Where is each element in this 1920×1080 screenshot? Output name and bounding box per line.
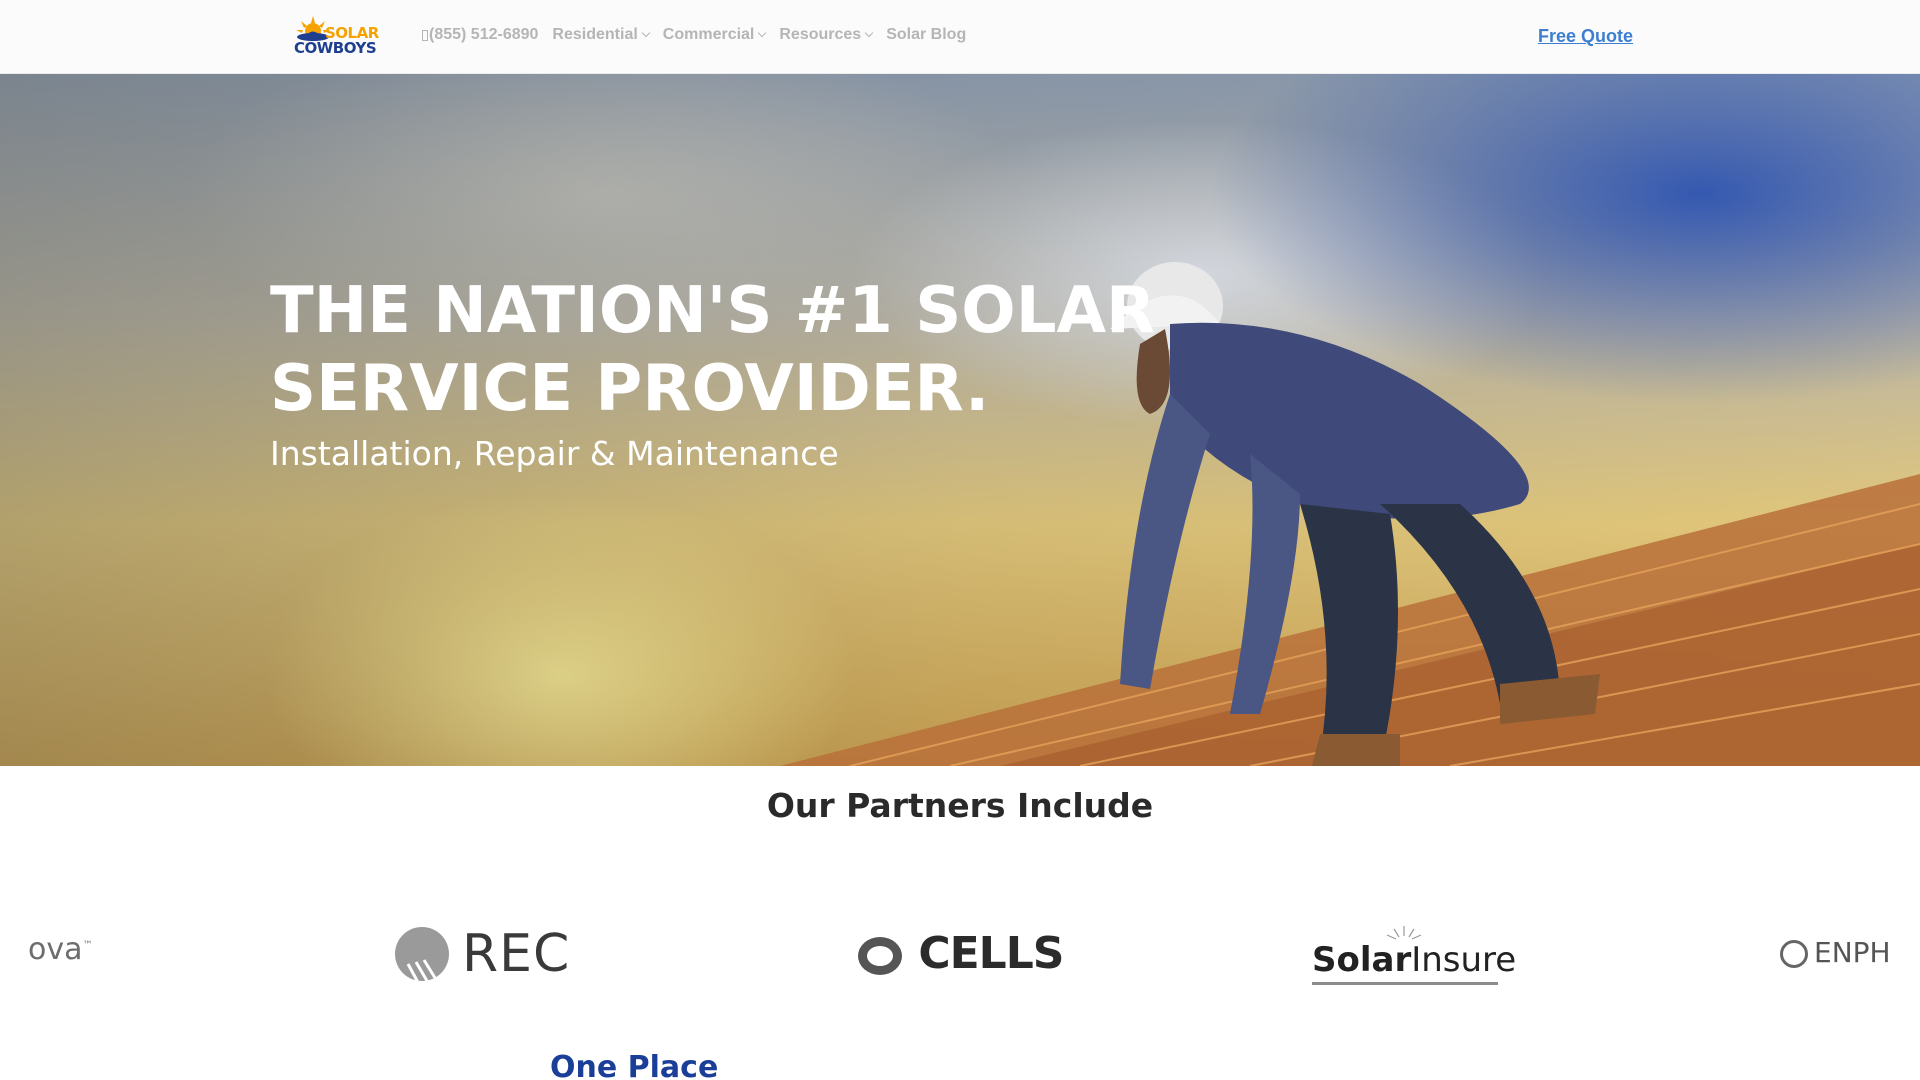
partner-enphase-text: ENPH <box>1814 936 1890 969</box>
hero-title-line-2: SERVICE PROVIDER. <box>270 352 990 426</box>
phone-number: (855) 512-6890 <box>429 26 539 43</box>
logo-text-cowboys: COWBOYS <box>294 39 377 57</box>
hero-title-line-1: THE NATION'S #1 SOLAR <box>270 274 1156 348</box>
nav-resources-label: Resources <box>779 26 862 43</box>
nav-solar-blog[interactable]: Solar Blog <box>886 26 966 44</box>
partner-ova-mark: ™ <box>82 940 93 951</box>
partner-logo-qcells: CELLS <box>858 928 1064 998</box>
chevron-down-icon <box>864 28 874 38</box>
partner-logo-ova: ova™ <box>28 932 93 1002</box>
section-heading-one-place: One Place <box>550 1050 719 1080</box>
nav-commercial-label: Commercial <box>662 26 755 43</box>
partner-logo-rec: REC <box>394 918 569 988</box>
nav-residential[interactable]: Residential <box>552 26 651 44</box>
solarinsure-underline <box>1312 982 1498 985</box>
site-header: SOLAR COWBOYS (855) 512-6890 Residential… <box>0 0 1920 74</box>
phone-icon <box>422 29 428 41</box>
partners-heading: Our Partners Include <box>766 786 1154 825</box>
partner-logo-solarinsure: SolarInsure <box>1312 926 1517 1010</box>
hero-title: THE NATION'S #1 SOLAR SERVICE PROVIDER. <box>270 272 1170 428</box>
partner-ova-text: ova <box>28 932 83 967</box>
chevron-down-icon <box>641 28 651 38</box>
partner-logo-enphase: ENPH <box>1780 936 1890 1006</box>
solar-cowboys-logo[interactable]: SOLAR COWBOYS <box>293 16 379 60</box>
nav-resources[interactable]: Resources <box>779 26 874 44</box>
rec-icon <box>395 927 449 987</box>
partner-qcells-text: CELLS <box>918 928 1064 979</box>
partner-rec-text: REC <box>462 924 571 984</box>
hero-subtitle: Installation, Repair & Maintenance <box>270 434 839 473</box>
partner-solarinsure-regular: Insure <box>1411 940 1517 980</box>
chevron-down-icon <box>758 28 767 38</box>
free-quote-link[interactable]: Free Quote <box>1538 26 1633 47</box>
sun-rays-icon <box>1386 926 1422 940</box>
enphase-icon <box>1780 940 1808 968</box>
nav-residential-label: Residential <box>552 26 638 43</box>
main-nav: (855) 512-6890 Residential Commercial Re… <box>422 26 980 44</box>
nav-solar-blog-label: Solar Blog <box>886 26 967 43</box>
nav-commercial[interactable]: Commercial <box>662 26 767 44</box>
hero-banner: THE NATION'S #1 SOLAR SERVICE PROVIDER. … <box>0 74 1920 766</box>
qcells-q-icon <box>858 937 902 975</box>
partner-solarinsure-bold: Solar <box>1312 940 1412 980</box>
nav-phone[interactable]: (855) 512-6890 <box>422 26 538 44</box>
